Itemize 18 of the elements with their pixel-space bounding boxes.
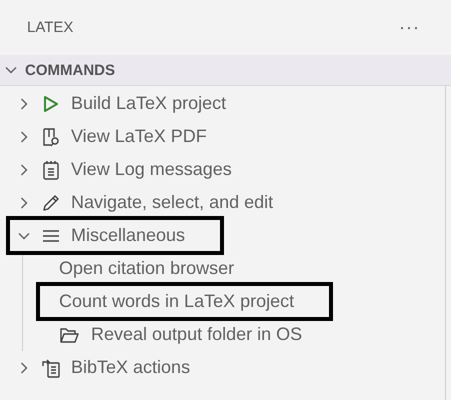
tree-item[interactable]: Build LaTeX project xyxy=(9,87,445,120)
clipboard-arrow-icon xyxy=(41,358,61,378)
tree-item[interactable]: BibTeX actions xyxy=(9,351,445,384)
tree-item[interactable]: Miscellaneous xyxy=(9,219,222,252)
tree-item[interactable]: Open citation browser xyxy=(39,252,445,285)
notepad-icon xyxy=(41,160,61,180)
tree-item[interactable]: View LaTeX PDF xyxy=(9,120,445,153)
section-title: COMMANDS xyxy=(25,62,115,78)
document-search-icon xyxy=(41,126,61,146)
play-icon xyxy=(41,94,61,114)
more-actions-button[interactable]: ··· xyxy=(395,17,424,38)
tree-item[interactable]: Count words in LaTeX project xyxy=(39,285,330,318)
panel-title: LATEX xyxy=(27,19,74,36)
pencil-icon xyxy=(41,192,61,212)
tree-item[interactable]: View Log messages xyxy=(9,153,445,186)
tree-item[interactable]: Reveal output folder in OS xyxy=(39,318,445,351)
tree-item[interactable]: Navigate, select, and edit xyxy=(9,186,445,219)
section-header[interactable]: COMMANDS xyxy=(0,55,451,86)
